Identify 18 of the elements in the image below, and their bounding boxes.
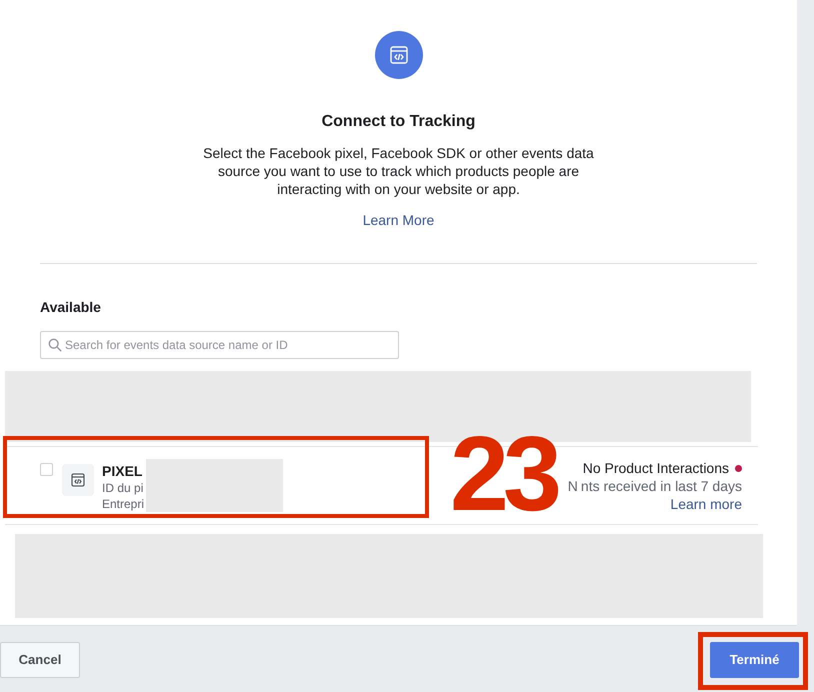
status-detail: N [568,477,578,495]
search-icon [48,338,62,352]
learn-more-link[interactable]: Learn More [362,210,434,231]
source-id: ID du pi [102,480,144,496]
dialog-title: Connect to Tracking [322,112,476,132]
learn-more-link[interactable]: Learn more [670,495,742,513]
available-heading: Available [40,298,102,317]
annotation-number: 23 [450,434,556,514]
search-field[interactable]: Search for events data source name or ID [40,331,399,359]
code-window-icon [69,471,87,489]
dialog-description: Select the Facebook pixel, Facebook SDK or other events data source you want to use to track which products people are interacting with on your website or app. [202,144,595,198]
source-name: PIXEL [102,462,144,480]
status-text: No Product Interactions [582,459,729,477]
done-button[interactable]: Terminé [710,642,799,678]
source-business: Entrepri [102,496,144,512]
status-detail: nts received in last 7 days [580,477,742,495]
checkbox[interactable] [40,463,53,476]
cancel-button[interactable]: Cancel [0,642,80,678]
